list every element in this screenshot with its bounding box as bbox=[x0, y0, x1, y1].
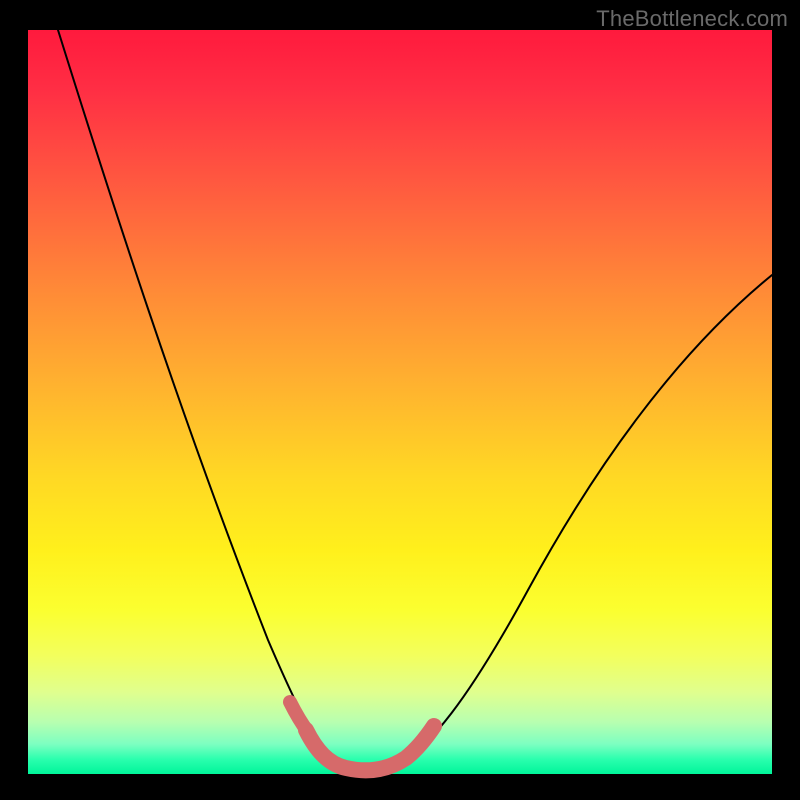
plot-area bbox=[28, 30, 772, 774]
bottom-highlight-upper bbox=[290, 702, 308, 732]
bottleneck-curve bbox=[58, 30, 772, 770]
curve-layer bbox=[28, 30, 772, 774]
watermark-text: TheBottleneck.com bbox=[596, 6, 788, 32]
chart-frame: TheBottleneck.com bbox=[0, 0, 800, 800]
bottom-highlight bbox=[306, 726, 434, 770]
